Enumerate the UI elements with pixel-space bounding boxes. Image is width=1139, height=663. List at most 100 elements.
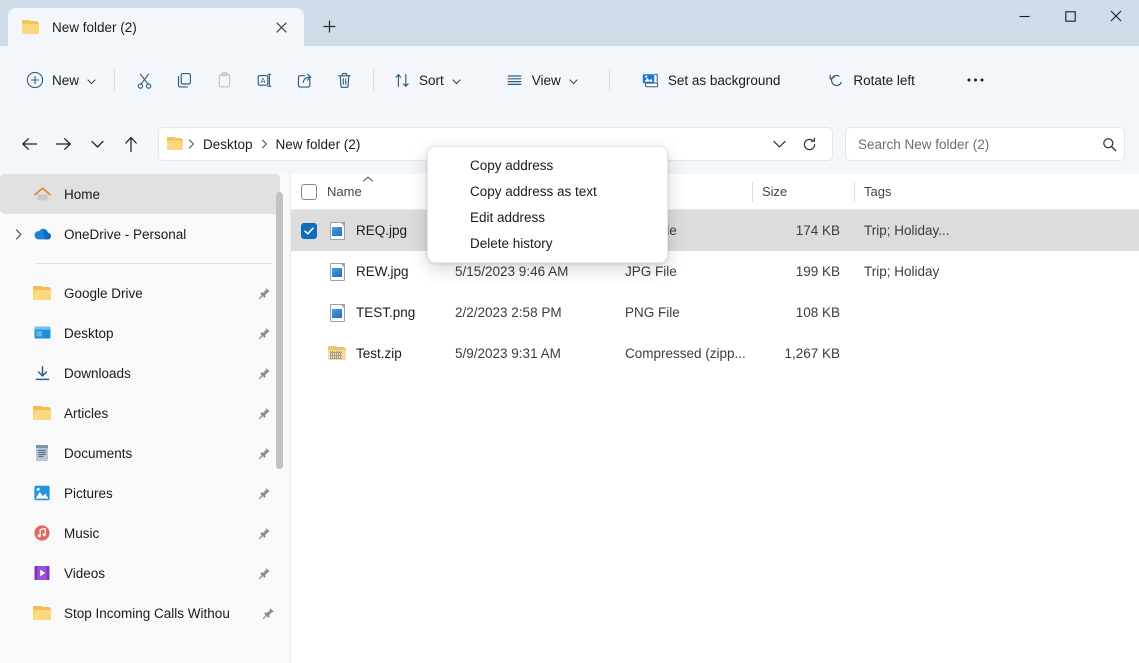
maximize-button[interactable]: [1047, 0, 1093, 32]
sidebar-item-stop-incoming-calls[interactable]: Stop Incoming Calls Withou: [0, 593, 280, 633]
breadcrumb-item-new-folder-2[interactable]: New folder (2): [270, 134, 367, 155]
delete-button[interactable]: [324, 62, 364, 98]
new-button[interactable]: New: [16, 62, 105, 98]
sidebar-item-videos[interactable]: Videos: [0, 553, 280, 593]
share-button[interactable]: [284, 62, 324, 98]
address-bar-actions: [764, 129, 832, 159]
refresh-button[interactable]: [794, 129, 824, 159]
chevron-down-icon: [569, 73, 578, 88]
search-input[interactable]: [846, 137, 1094, 152]
videos-icon: [30, 563, 54, 583]
up-button[interactable]: [114, 127, 148, 161]
file-type-cell: Compressed (zipp...: [615, 346, 752, 361]
column-header-tags[interactable]: Tags: [854, 174, 952, 210]
image-file-icon: [327, 221, 347, 241]
rotate-left-icon: [826, 70, 846, 90]
forward-button[interactable]: [46, 127, 80, 161]
toolbar-divider: [114, 69, 115, 91]
sidebar-item-label: Articles: [64, 406, 252, 421]
close-tab-icon[interactable]: [268, 14, 294, 40]
chevron-right-icon[interactable]: [8, 229, 30, 240]
context-menu-item-delete-history[interactable]: Delete history: [432, 230, 663, 256]
sidebar-item-label: Pictures: [64, 486, 252, 501]
sidebar-item-music[interactable]: Music: [0, 513, 280, 553]
sidebar-item-label: Home: [64, 187, 252, 202]
breadcrumb-separator-icon: [186, 139, 197, 149]
sidebar-scrollbar[interactable]: [276, 192, 283, 469]
image-file-icon: [327, 262, 347, 282]
table-row[interactable]: TEST.png 2/2/2023 2:58 PM PNG File 108 K…: [291, 292, 1139, 333]
view-icon: [505, 70, 525, 90]
toolbar-divider-3: [609, 69, 610, 91]
context-menu-item-copy-address-as-text[interactable]: Copy address as text: [432, 178, 663, 204]
search-box[interactable]: [845, 127, 1125, 161]
rename-button[interactable]: A: [244, 62, 284, 98]
pin-icon[interactable]: [252, 407, 276, 420]
image-file-icon: [327, 303, 347, 323]
view-button[interactable]: View: [496, 62, 587, 98]
column-header-size[interactable]: Size: [752, 174, 854, 210]
column-header-label: Tags: [864, 184, 891, 199]
chevron-down-icon: [87, 73, 96, 88]
pin-icon[interactable]: [252, 327, 276, 340]
file-name: REQ.jpg: [356, 223, 407, 238]
set-as-background-button[interactable]: Set as background: [632, 62, 790, 98]
file-date-cell: 5/9/2023 9:31 AM: [445, 346, 615, 361]
close-window-button[interactable]: [1093, 0, 1139, 32]
search-icon: [1094, 137, 1124, 152]
rotate-left-button[interactable]: Rotate left: [817, 62, 924, 98]
pin-icon[interactable]: [252, 487, 276, 500]
column-headers: Name Date modified Type Size Tags: [291, 174, 1139, 210]
pin-icon[interactable]: [252, 567, 276, 580]
back-button[interactable]: [12, 127, 46, 161]
file-date-cell: 5/15/2023 9:46 AM: [445, 264, 615, 279]
previous-locations-button[interactable]: [764, 129, 794, 159]
copy-button[interactable]: [164, 62, 204, 98]
pin-icon[interactable]: [252, 447, 276, 460]
navigation-pane: Home OneDrive - Personal Google Drive: [0, 174, 291, 663]
sidebar-item-home[interactable]: Home: [0, 174, 280, 214]
file-name: Test.zip: [356, 346, 402, 361]
sidebar-item-downloads[interactable]: Downloads: [0, 353, 280, 393]
table-row[interactable]: REW.jpg 5/15/2023 9:46 AM JPG File 199 K…: [291, 251, 1139, 292]
share-icon: [294, 70, 314, 90]
table-row[interactable]: REQ.jpg JPG File 174 KB Trip; Holiday...: [291, 210, 1139, 251]
minimize-button[interactable]: [1001, 0, 1047, 32]
sort-button-label: Sort: [419, 73, 444, 88]
sidebar-item-documents[interactable]: Documents: [0, 433, 280, 473]
sidebar-item-label: Desktop: [64, 326, 252, 341]
column-header-name[interactable]: Name: [291, 174, 445, 210]
downloads-icon: [30, 363, 54, 383]
sort-button[interactable]: Sort: [383, 62, 470, 98]
file-date-cell: 2/2/2023 2:58 PM: [445, 305, 615, 320]
sidebar-item-pictures[interactable]: Pictures: [0, 473, 280, 513]
sidebar-item-google-drive[interactable]: Google Drive: [0, 273, 280, 313]
sidebar-item-onedrive-personal[interactable]: OneDrive - Personal: [0, 214, 280, 254]
toolbar-divider-2: [373, 69, 374, 91]
sidebar-item-articles[interactable]: Articles: [0, 393, 280, 433]
pin-icon[interactable]: [256, 607, 280, 620]
view-button-label: View: [532, 73, 561, 88]
file-name-cell: REQ.jpg: [291, 221, 445, 241]
ellipsis-icon: [966, 70, 986, 90]
see-more-button[interactable]: [956, 62, 996, 98]
context-menu-item-copy-address[interactable]: Copy address: [432, 152, 663, 178]
cut-button[interactable]: [124, 62, 164, 98]
new-tab-button[interactable]: [312, 9, 346, 43]
row-checkbox[interactable]: [301, 223, 317, 239]
tab-new-folder-2[interactable]: New folder (2): [8, 8, 304, 46]
pin-icon[interactable]: [252, 527, 276, 540]
select-all-checkbox[interactable]: [301, 184, 317, 200]
sidebar-item-label: Documents: [64, 446, 252, 461]
folder-icon: [30, 603, 54, 623]
sidebar-item-desktop[interactable]: Desktop: [0, 313, 280, 353]
copy-icon: [174, 70, 194, 90]
pin-icon[interactable]: [252, 287, 276, 300]
table-row[interactable]: Test.zip 5/9/2023 9:31 AM Compressed (zi…: [291, 333, 1139, 374]
breadcrumb-item-desktop[interactable]: Desktop: [197, 134, 259, 155]
context-menu-item-edit-address[interactable]: Edit address: [432, 204, 663, 230]
file-name: REW.jpg: [356, 264, 409, 279]
pin-icon[interactable]: [252, 367, 276, 380]
recent-locations-button[interactable]: [80, 127, 114, 161]
file-size-cell: 174 KB: [752, 223, 854, 238]
